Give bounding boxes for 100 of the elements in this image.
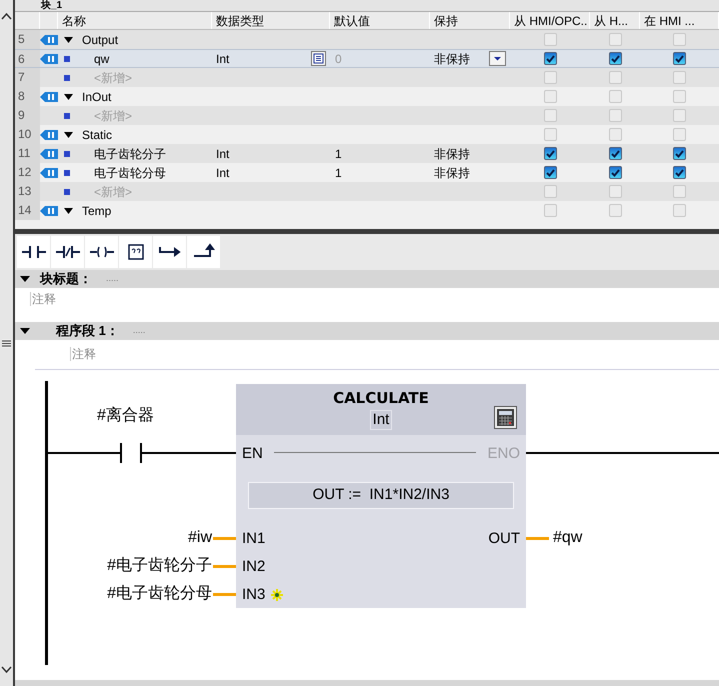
variable-name[interactable]: 电子齿轮分子 bbox=[94, 144, 166, 162]
output-operand[interactable]: #qw bbox=[553, 528, 582, 548]
row-number: 10 bbox=[15, 125, 40, 144]
close-branch-button[interactable] bbox=[187, 236, 220, 268]
input-wire bbox=[213, 565, 236, 568]
box-type[interactable]: Int bbox=[370, 410, 392, 430]
retain-value[interactable]: 非保持 bbox=[434, 164, 470, 182]
element-square-icon bbox=[64, 74, 70, 80]
retain-value[interactable]: 非保持 bbox=[434, 144, 470, 162]
variable-name[interactable]: Static bbox=[82, 126, 112, 144]
variable-name[interactable]: 电子齿轮分母 bbox=[94, 164, 166, 182]
interface-tag-icon bbox=[40, 148, 58, 158]
row-number: 12 bbox=[15, 163, 40, 182]
checkbox[interactable] bbox=[608, 147, 622, 160]
column-header[interactable]: 数据类型 bbox=[212, 12, 330, 29]
interface-tag-icon bbox=[40, 92, 58, 102]
element-square-icon bbox=[64, 112, 70, 118]
table-row[interactable]: 14 Temp bbox=[15, 201, 719, 220]
comment-field[interactable]: 注释 bbox=[70, 347, 96, 361]
retain-value[interactable]: 非保持 bbox=[434, 50, 470, 68]
collapse-arrow-icon[interactable] bbox=[20, 327, 30, 335]
pin-label: IN2 bbox=[242, 557, 266, 577]
default-value[interactable]: 1 bbox=[335, 166, 342, 180]
row-number: 8 bbox=[15, 87, 40, 106]
input-wire bbox=[213, 537, 236, 540]
checkbox[interactable] bbox=[544, 147, 556, 160]
collapse-arrow-icon[interactable] bbox=[20, 275, 30, 283]
checkbox[interactable] bbox=[608, 166, 622, 179]
grip-icon[interactable] bbox=[2, 340, 11, 346]
interface-tag-icon bbox=[40, 206, 58, 216]
expand-arrow-icon[interactable] bbox=[64, 132, 73, 138]
function-box[interactable]: CALCULATE Int EN ENO OUT := IN1*IN2/IN3 IN1 IN2 IN3 OUT bbox=[236, 384, 526, 608]
comment-field[interactable]: 注释 bbox=[30, 292, 56, 306]
pin-label: EN bbox=[242, 444, 263, 464]
row-number: 5 bbox=[15, 30, 40, 49]
section-title: 程序段 1： bbox=[56, 322, 119, 340]
section-title: 块标题： bbox=[40, 270, 92, 288]
no-contact-button[interactable] bbox=[17, 236, 50, 268]
element-square-icon bbox=[64, 150, 70, 156]
checkbox[interactable] bbox=[673, 147, 686, 160]
row-number: 9 bbox=[15, 106, 40, 125]
expand-arrow-icon[interactable] bbox=[64, 94, 73, 100]
checkbox[interactable] bbox=[673, 52, 686, 65]
input-wire bbox=[213, 593, 236, 596]
checkbox[interactable] bbox=[673, 166, 686, 179]
input-operand[interactable]: #电子齿轮分母 bbox=[107, 584, 212, 604]
data-type[interactable]: Int bbox=[216, 144, 230, 162]
formula-field[interactable]: OUT := IN1*IN2/IN3 bbox=[248, 482, 514, 509]
column-header[interactable]: 从 H... bbox=[590, 12, 640, 29]
table-row[interactable]: 8 InOut bbox=[15, 87, 719, 106]
variable-name[interactable]: Output bbox=[82, 30, 118, 48]
box-title: CALCULATE bbox=[333, 388, 429, 409]
table-row[interactable]: 12 电子齿轮分母 Int 1 非保持 bbox=[15, 163, 719, 182]
input-operand[interactable]: #iw bbox=[188, 528, 212, 548]
checkbox[interactable] bbox=[608, 52, 622, 65]
element-square-icon bbox=[64, 188, 70, 194]
expand-arrow-icon[interactable] bbox=[64, 208, 73, 214]
contact-operand[interactable]: #离合器 bbox=[97, 404, 154, 428]
open-branch-button[interactable] bbox=[153, 236, 186, 268]
row-number: 7 bbox=[15, 68, 40, 87]
row-number: 6 bbox=[15, 50, 40, 67]
default-value[interactable]: 1 bbox=[335, 146, 342, 160]
sparkle-icon[interactable] bbox=[271, 589, 284, 602]
column-header[interactable]: 默认值 bbox=[330, 12, 430, 29]
variable-name[interactable]: InOut bbox=[82, 88, 112, 106]
expand-arrow-icon[interactable] bbox=[64, 36, 73, 42]
pin-label: IN1 bbox=[242, 529, 266, 549]
pin-label: ENO bbox=[487, 444, 520, 464]
rung-wire bbox=[48, 452, 118, 454]
input-operand[interactable]: #电子齿轮分子 bbox=[107, 556, 212, 576]
collapse-down-icon[interactable] bbox=[1, 666, 12, 674]
checkbox[interactable] bbox=[544, 52, 556, 65]
calculator-icon[interactable] bbox=[494, 406, 517, 429]
column-header[interactable]: 保持 bbox=[430, 12, 510, 29]
interface-tag-icon bbox=[40, 130, 58, 140]
list-picker-icon[interactable] bbox=[311, 51, 326, 66]
row-number: 14 bbox=[15, 201, 40, 220]
column-header[interactable]: 名称 bbox=[58, 12, 212, 29]
pin-label: OUT bbox=[488, 529, 520, 549]
collapse-up-icon[interactable] bbox=[1, 12, 12, 20]
output-wire bbox=[526, 537, 549, 540]
variable-name[interactable]: qw bbox=[94, 50, 110, 68]
pin-label: IN3 bbox=[242, 585, 266, 605]
data-type[interactable]: Int bbox=[216, 50, 230, 68]
contact-symbol[interactable] bbox=[118, 442, 142, 464]
table-row[interactable]: 6 qw Int 0 非保持 bbox=[15, 49, 719, 68]
column-header[interactable]: 在 HMI ... bbox=[640, 12, 719, 29]
row-number: 11 bbox=[15, 144, 40, 163]
element-square-icon bbox=[64, 56, 70, 62]
variable-name[interactable]: Temp bbox=[82, 202, 112, 220]
interface-tag-icon bbox=[40, 34, 58, 44]
element-square-icon bbox=[64, 170, 70, 176]
checkbox[interactable] bbox=[544, 166, 556, 179]
table-row[interactable]: 10 Static bbox=[15, 125, 719, 144]
data-type[interactable]: Int bbox=[216, 164, 230, 182]
nc-contact-button[interactable] bbox=[51, 236, 84, 268]
interface-tag-icon bbox=[40, 54, 58, 64]
interface-tag-icon bbox=[40, 168, 58, 178]
column-header[interactable]: 从 HMI/OPC.. bbox=[510, 12, 590, 29]
coil-button[interactable] bbox=[85, 236, 118, 268]
